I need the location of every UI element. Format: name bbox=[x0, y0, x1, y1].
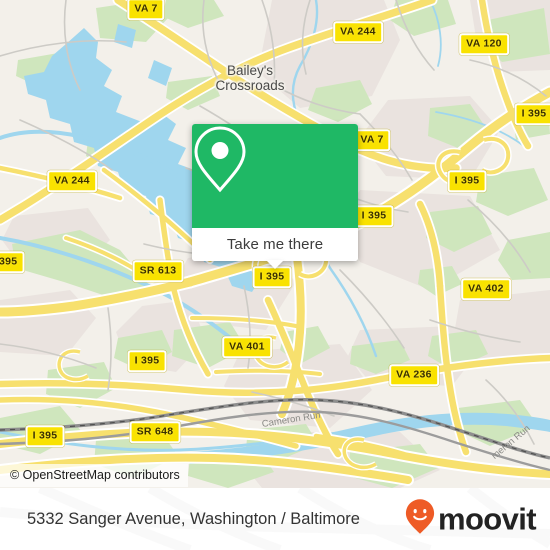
take-me-there-button[interactable]: Take me there bbox=[192, 228, 358, 261]
popup-header bbox=[192, 124, 358, 228]
road-shield-va-7: VA 7 bbox=[353, 129, 391, 151]
moovit-pin-smile-icon bbox=[405, 499, 435, 540]
popup-tail bbox=[266, 260, 284, 269]
road-shield-i-395: I 395 bbox=[447, 170, 487, 192]
road-shield-va-120: VA 120 bbox=[459, 33, 509, 55]
road-shield-va-401: VA 401 bbox=[222, 336, 272, 358]
road-shield-va-236: VA 236 bbox=[389, 364, 439, 386]
road-shield-va-244: VA 244 bbox=[47, 170, 97, 192]
footer-bar: 5332 Sanger Avenue, Washington / Baltimo… bbox=[0, 488, 550, 550]
location-popup[interactable]: Take me there bbox=[192, 124, 358, 269]
place-label-line1: Bailey's bbox=[226, 62, 274, 78]
road-shield-i-395: I 395 bbox=[354, 205, 394, 227]
road-shield-va-7: VA 7 bbox=[127, 0, 165, 20]
road-shield-sr-648: SR 648 bbox=[129, 421, 181, 443]
road-shield-va-402: VA 402 bbox=[461, 278, 511, 300]
road-shield-i-395: I 395 bbox=[25, 425, 65, 447]
road-shield-i-395: I 395 bbox=[0, 251, 25, 273]
road-shield-i-395: I 395 bbox=[127, 350, 167, 372]
moovit-wordmark: moovit bbox=[437, 501, 537, 537]
road-shield-va-244: VA 244 bbox=[333, 21, 383, 43]
location-address: 5332 Sanger Avenue, Washington / Baltimo… bbox=[27, 509, 360, 528]
road-shield-i-395: I 395 bbox=[514, 103, 550, 125]
map-attribution[interactable]: © OpenStreetMap contributors bbox=[0, 464, 188, 487]
app-root: Bailey's Crossroads Cameron Run meron Ru… bbox=[0, 0, 550, 550]
moovit-brand[interactable]: moovit bbox=[405, 499, 537, 540]
road-shield-i-395: I 395 bbox=[252, 266, 292, 288]
take-me-there-label: Take me there bbox=[226, 236, 324, 253]
place-label-line2: Crossroads bbox=[215, 78, 285, 93]
map-canvas[interactable]: Bailey's Crossroads Cameron Run meron Ru… bbox=[0, 0, 550, 488]
road-shield-sr-613: SR 613 bbox=[132, 260, 184, 282]
place-label-baileys-crossroads: Bailey's Crossroads bbox=[215, 63, 284, 93]
